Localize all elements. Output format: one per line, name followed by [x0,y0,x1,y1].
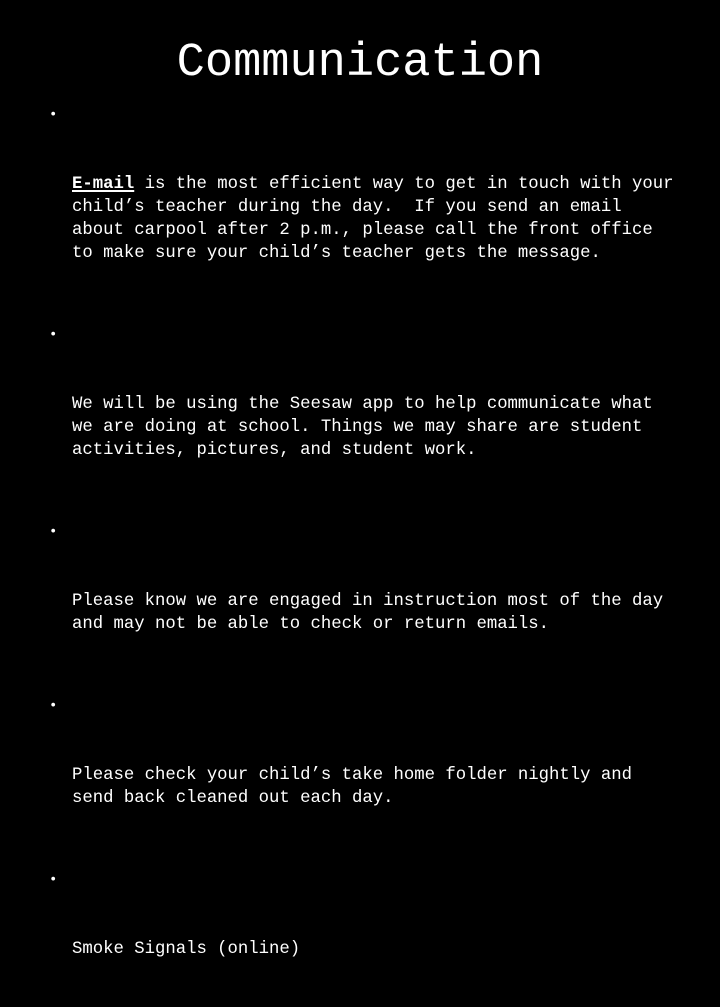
list-item-text: E-mail is the most efficient way to get … [72,173,680,265]
list-item-text-rest: is the most efficient way to get in touc… [72,175,684,263]
emphasized-term-email: E-mail [72,175,135,194]
list-item-text: Smoke Signals (online) [72,940,301,959]
list-item-text: Please know we are engaged in instructio… [72,592,674,634]
bullet-point-icon: • [49,327,58,343]
bullet-point-icon: • [49,698,58,714]
bullet-list: • E-mail is the most efficient way to ge… [40,104,680,1007]
list-item: • E-mail is the most efficient way to ge… [40,104,680,311]
bullet-point-icon: • [49,524,58,540]
bullet-point-icon: • [49,872,58,888]
list-item-text: We will be using the Seesaw app to help … [72,395,664,460]
presentation-slide: Communication • E-mail is the most effic… [0,0,720,959]
page-title: Communication [176,37,544,90]
list-item: • Please check your child’s take home fo… [40,695,680,856]
list-item-text: Please check your child’s take home fold… [72,766,643,808]
list-item: • Please know we are engaged in instruct… [40,521,680,682]
list-item: • Smoke Signals (online) [40,869,680,1007]
bullet-point-icon: • [49,107,58,123]
list-item: • We will be using the Seesaw app to hel… [40,324,680,508]
